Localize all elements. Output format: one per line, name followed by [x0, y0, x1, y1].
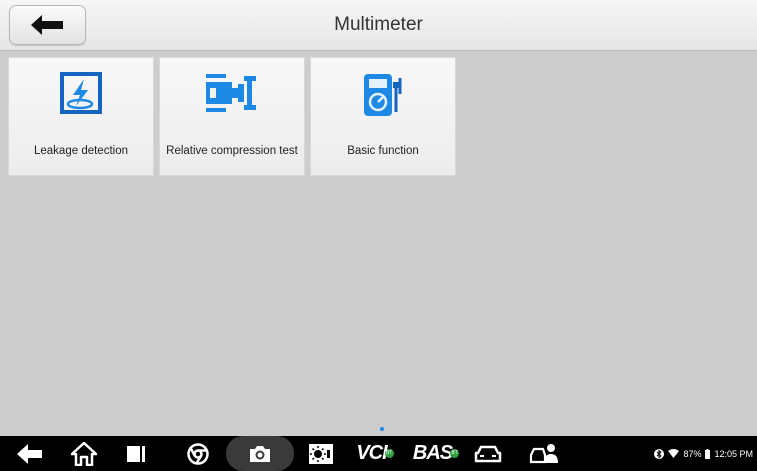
nav-home-button[interactable] [64, 436, 104, 471]
wifi-icon [668, 449, 680, 458]
system-nav-bar: VCI BT BAS BT 87% 12:05 PM [0, 436, 757, 471]
bt-badge: BT [450, 449, 460, 458]
battery-icon [705, 448, 711, 459]
clock: 12:05 PM [714, 448, 753, 459]
nav-brightness-button[interactable] [302, 436, 340, 471]
recents-icon [127, 445, 145, 462]
header-bar: Multimeter [0, 0, 757, 51]
status-area: 87% 12:05 PM [654, 436, 753, 471]
leakage-detection-icon [60, 72, 102, 119]
nav-camera-button[interactable] [240, 436, 280, 471]
nav-back-button[interactable] [12, 436, 48, 471]
tile-leakage-detection[interactable]: Leakage detection [8, 57, 154, 176]
relative-compression-icon [204, 72, 260, 119]
tile-basic-function[interactable]: Basic function [310, 57, 456, 176]
tile-label: Leakage detection [34, 144, 128, 157]
nav-vehicle-button[interactable] [470, 436, 506, 471]
chrome-icon [187, 442, 209, 465]
nav-vci-button[interactable]: VCI BT [350, 436, 400, 471]
tile-relative-compression-test[interactable]: Relative compression test [159, 57, 305, 176]
nav-recents-button[interactable] [118, 436, 154, 471]
bt-badge: BT [384, 449, 394, 458]
bluetooth-status-icon [654, 448, 665, 459]
tile-label: Relative compression test [166, 144, 298, 157]
nav-browser-button[interactable] [178, 436, 218, 471]
function-grid: Leakage detection Relative compression t… [0, 51, 757, 436]
vci-label: VCI [356, 442, 387, 464]
battery-percent: 87% [683, 448, 702, 459]
home-icon [71, 441, 97, 466]
camera-icon [250, 445, 270, 462]
tile-label: Basic function [347, 144, 419, 157]
brightness-icon [309, 443, 333, 464]
bas-label: BAS [412, 442, 453, 464]
multimeter-icon [360, 72, 406, 123]
back-icon [17, 443, 42, 464]
page-indicator-dot [380, 427, 384, 431]
remote-expert-icon [529, 443, 558, 463]
car-icon [474, 445, 502, 462]
page-title: Multimeter [334, 14, 423, 35]
nav-remote-expert-button[interactable] [524, 436, 564, 471]
nav-bas-button[interactable]: BAS BT [408, 436, 464, 471]
